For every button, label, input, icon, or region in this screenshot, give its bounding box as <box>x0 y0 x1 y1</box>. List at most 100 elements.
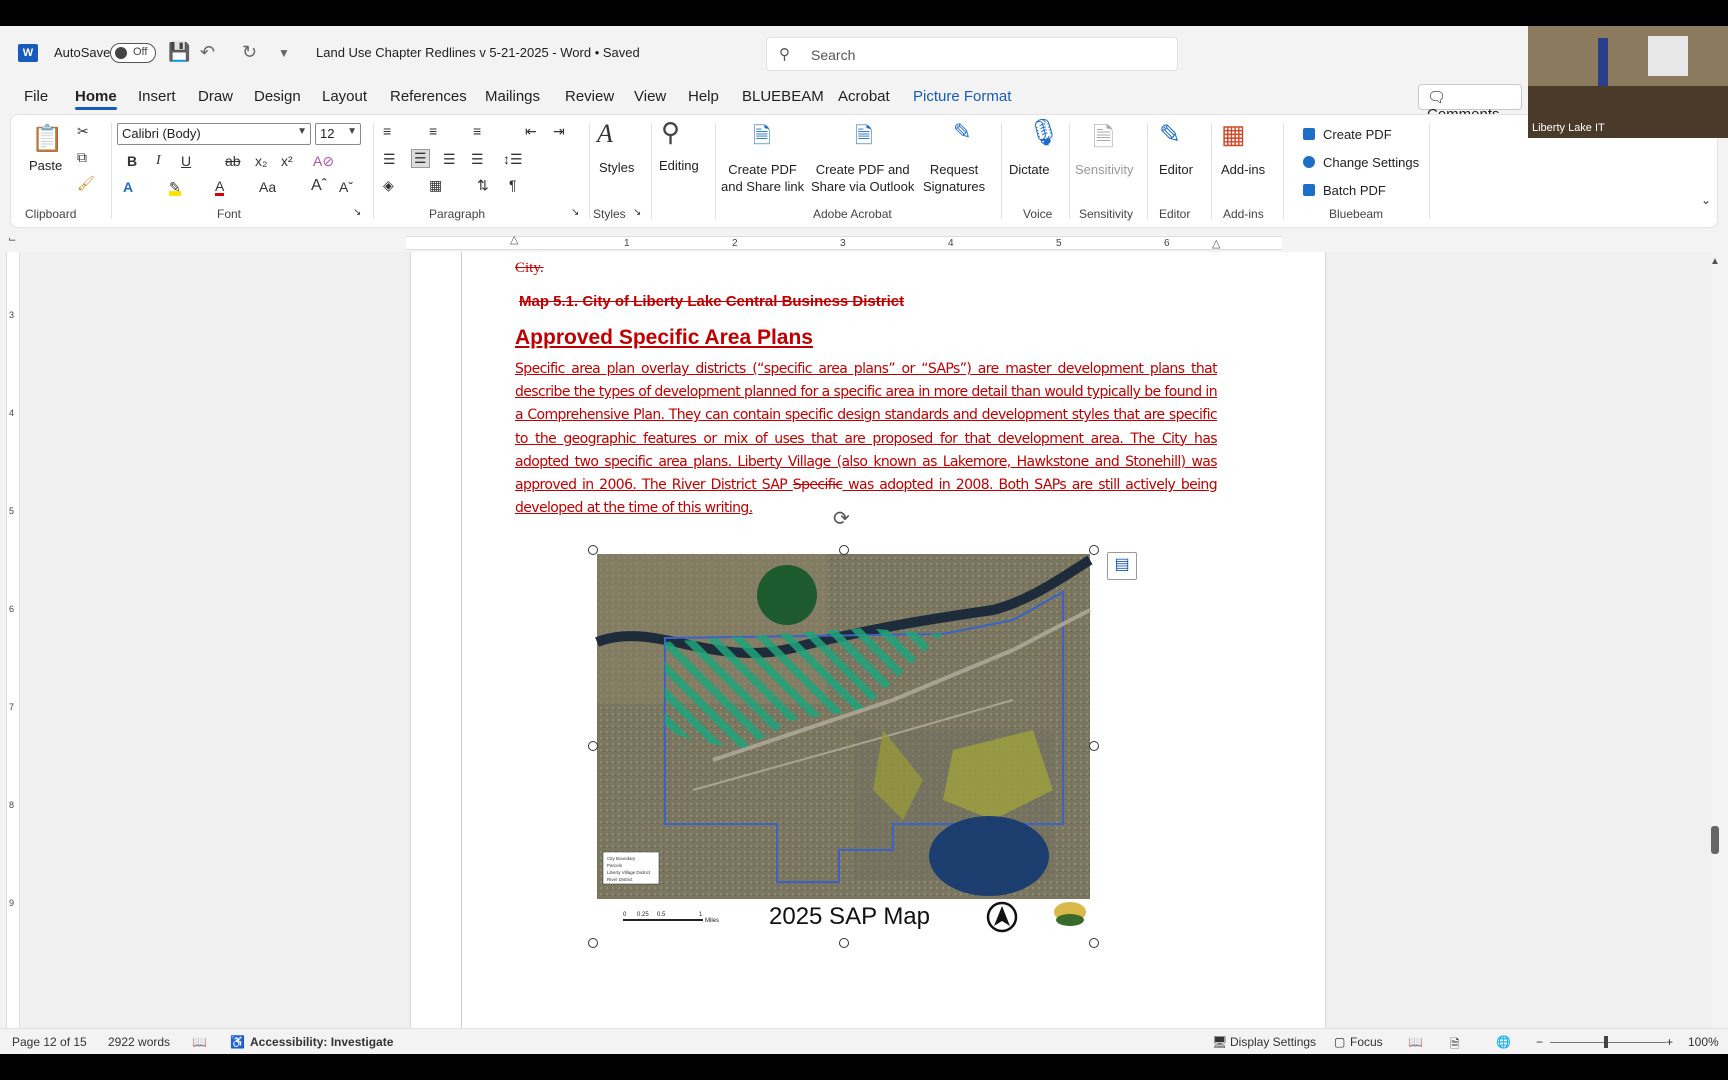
superscript-icon[interactable]: x² <box>281 153 293 169</box>
styles-icon[interactable]: A <box>597 119 613 149</box>
bold-icon[interactable]: B <box>127 153 137 169</box>
zoom-slider-thumb[interactable] <box>1604 1036 1608 1048</box>
font-color-icon[interactable]: A <box>215 179 225 196</box>
create-pdf-share-link-button[interactable]: Create PDF and Share link <box>721 161 804 195</box>
zoom-out-icon[interactable]: − <box>1536 1035 1543 1049</box>
zoom-slider[interactable] <box>1550 1036 1666 1048</box>
zoom-in-icon[interactable]: + <box>1666 1035 1673 1049</box>
tab-review[interactable]: Review <box>565 88 614 105</box>
copy-icon[interactable]: ⧉ <box>77 149 87 166</box>
resize-handle-s[interactable] <box>839 938 849 948</box>
document-page[interactable]: City. Map 5.1. City of Liberty Lake Cent… <box>410 252 1326 1054</box>
resize-handle-sw[interactable] <box>588 938 598 948</box>
resize-handle-w[interactable] <box>588 741 598 751</box>
borders-icon[interactable]: ▦ <box>429 177 442 194</box>
tab-picture-format[interactable]: Picture Format <box>913 88 1011 105</box>
editing-label[interactable]: Editing <box>659 157 699 174</box>
read-mode-icon[interactable]: 📖 <box>1408 1035 1423 1049</box>
pdf-share-icon[interactable]: 🗎 <box>753 119 771 157</box>
right-indent-marker-icon[interactable]: △ <box>1212 237 1220 250</box>
resize-handle-se[interactable] <box>1089 938 1099 948</box>
microphone-icon[interactable]: 🎙 <box>1027 117 1060 148</box>
redo-icon[interactable]: ↻ <box>242 42 257 63</box>
selected-picture[interactable]: City Boundary Parcels Liberty Village Di… <box>588 545 1099 948</box>
bluebeam-create-pdf[interactable]: Create PDF <box>1303 127 1392 142</box>
styles-dialog-launcher-icon[interactable]: ↘ <box>633 207 641 218</box>
tab-file[interactable]: File <box>24 88 48 105</box>
resize-handle-ne[interactable] <box>1089 545 1099 555</box>
bluebeam-batch-pdf[interactable]: Batch PDF <box>1303 183 1386 198</box>
tab-stop-selector-icon[interactable]: ⌙ <box>8 234 16 245</box>
deleted-text[interactable]: City. <box>515 260 544 277</box>
text-effects-icon[interactable]: A <box>123 179 133 195</box>
print-layout-icon[interactable]: 🗎 <box>1450 1035 1460 1054</box>
proofing-icon[interactable]: 📖 <box>192 1035 207 1049</box>
editor-button[interactable]: Editor <box>1159 161 1193 178</box>
italic-icon[interactable]: I <box>156 153 161 169</box>
collapse-ribbon-icon[interactable]: ⌄ <box>1701 193 1711 207</box>
clear-formatting-icon[interactable]: A⊘ <box>313 153 334 170</box>
decrease-indent-icon[interactable]: ⇤ <box>525 123 537 140</box>
rotate-handle-icon[interactable]: ⟳ <box>833 506 850 531</box>
document-canvas[interactable]: City. Map 5.1. City of Liberty Lake Cent… <box>22 252 1712 1054</box>
focus-button[interactable]: Focus <box>1350 1035 1383 1049</box>
styles-label[interactable]: Styles <box>599 159 634 176</box>
find-icon[interactable]: ⚲ <box>661 117 680 148</box>
format-painter-icon[interactable]: 🖌 <box>77 175 95 192</box>
resize-handle-e[interactable] <box>1089 741 1099 751</box>
tab-draw[interactable]: Draw <box>198 88 233 105</box>
paste-icon[interactable]: 📋 <box>31 123 63 154</box>
justify-icon[interactable]: ☰ <box>471 151 484 168</box>
map-caption-deleted[interactable]: Map 5.1. City of Liberty Lake Central Bu… <box>519 293 904 310</box>
addins-icon[interactable]: ▦ <box>1221 119 1246 150</box>
undo-icon[interactable]: ↶ <box>200 42 215 63</box>
underline-icon[interactable]: U <box>181 153 191 169</box>
editor-icon[interactable]: ✎ <box>1159 119 1181 150</box>
align-center-icon[interactable]: ☰ <box>411 149 430 168</box>
show-marks-icon[interactable]: ¶ <box>509 177 517 193</box>
tab-acrobat[interactable]: Acrobat <box>838 88 890 105</box>
font-size-combo[interactable]: 12 ▼ <box>315 123 361 145</box>
request-signatures-icon[interactable]: ✎ <box>953 119 971 145</box>
resize-handle-nw[interactable] <box>588 545 598 555</box>
accessibility-status[interactable]: Accessibility: Investigate <box>250 1035 393 1049</box>
tab-view[interactable]: View <box>634 88 666 105</box>
multilevel-list-icon[interactable]: ≡ <box>473 123 481 139</box>
comments-button[interactable]: 🗨 Comments <box>1418 84 1522 123</box>
display-settings-button[interactable]: Display Settings <box>1230 1035 1316 1049</box>
section-heading[interactable]: Approved Specific Area Plans <box>515 326 813 350</box>
strikethrough-icon[interactable]: ab <box>225 153 241 169</box>
font-dialog-launcher-icon[interactable]: ↘ <box>353 207 361 218</box>
sort-icon[interactable]: ⇅ <box>477 177 489 194</box>
tab-home[interactable]: Home <box>75 88 117 110</box>
line-spacing-icon[interactable]: ↕☰ <box>503 151 523 168</box>
shrink-font-icon[interactable]: Aˇ <box>339 179 353 195</box>
sensitivity-icon[interactable]: 🗎 <box>1093 119 1114 163</box>
bluebeam-change-settings[interactable]: Change Settings <box>1303 155 1419 170</box>
scroll-up-icon[interactable]: ▲ <box>1710 256 1720 267</box>
highlight-icon[interactable]: ✎ <box>169 179 181 196</box>
zoom-level[interactable]: 100% <box>1688 1035 1719 1049</box>
request-signatures-button[interactable]: Request Signatures <box>923 161 985 195</box>
addins-button[interactable]: Add-ins <box>1221 161 1265 178</box>
create-pdf-outlook-button[interactable]: Create PDF and Share via Outlook <box>811 161 914 195</box>
scroll-thumb[interactable] <box>1711 826 1719 854</box>
word-count[interactable]: 2922 words <box>108 1035 170 1049</box>
tab-bluebeam[interactable]: BLUEBEAM <box>742 88 824 105</box>
change-case-icon[interactable]: Aa <box>259 179 276 195</box>
shading-icon[interactable]: ◈ <box>383 177 394 194</box>
tab-insert[interactable]: Insert <box>138 88 176 105</box>
customize-qat-icon[interactable]: ▼ <box>278 46 290 60</box>
grow-font-icon[interactable]: Aˆ <box>311 177 327 195</box>
align-right-icon[interactable]: ☰ <box>443 151 456 168</box>
indent-marker-icon[interactable]: △ <box>510 233 518 246</box>
autosave-toggle[interactable]: Off <box>110 43 156 63</box>
tab-design[interactable]: Design <box>254 88 301 105</box>
tab-help[interactable]: Help <box>688 88 719 105</box>
increase-indent-icon[interactable]: ⇥ <box>553 123 565 140</box>
pdf-outlook-icon[interactable]: 🗎 <box>855 119 873 157</box>
layout-options-icon[interactable]: ▤ <box>1107 552 1137 580</box>
horizontal-ruler[interactable]: ⌙ 1 2 3 4 5 6 △ △ <box>0 232 1728 252</box>
sensitivity-button[interactable]: Sensitivity <box>1075 161 1134 178</box>
subscript-icon[interactable]: x₂ <box>255 153 267 169</box>
